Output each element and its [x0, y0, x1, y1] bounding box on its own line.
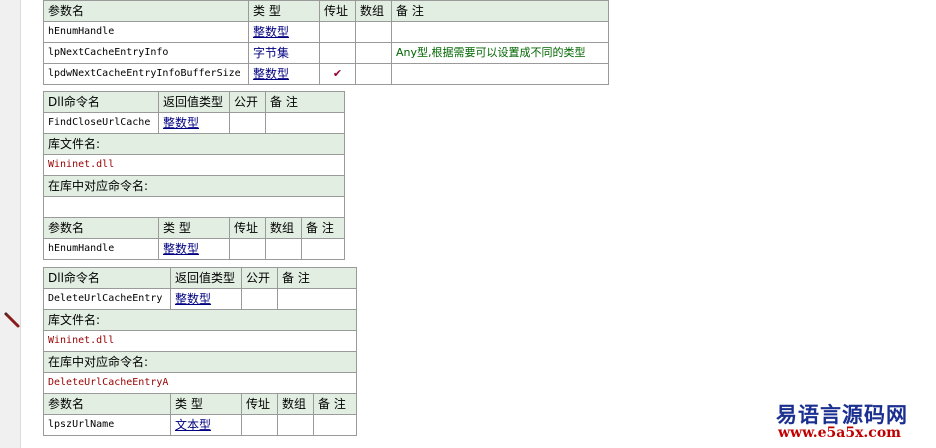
param-byref-header: 传址: [229, 217, 266, 239]
param-name-header: 参数名: [43, 0, 249, 22]
dll-note-cell[interactable]: [264, 112, 346, 134]
param-array-cell[interactable]: [277, 414, 314, 436]
lib-label-row: 库文件名:: [42, 133, 346, 155]
param-byref-cell[interactable]: [319, 42, 356, 64]
param-type-header: 类 型: [248, 0, 320, 22]
param-array-header: 数组: [277, 393, 314, 415]
dll-header-row: Dll命令名 返回值类型 公开 备 注: [43, 91, 346, 113]
param-byref-cell[interactable]: [319, 21, 356, 43]
param-note-cell[interactable]: [391, 63, 609, 85]
param-type-cell[interactable]: 整数型: [248, 63, 320, 85]
dll-public-header: 公开: [229, 91, 266, 113]
param-name-cell[interactable]: lpszUrlName: [43, 414, 171, 436]
editor-gutter: [0, 0, 21, 448]
param-array-header: 数组: [355, 0, 392, 22]
lib-value-row[interactable]: Wininet.dll: [42, 154, 346, 176]
param-name-cell[interactable]: lpNextCacheEntryInfo: [43, 42, 249, 64]
alias-value-row[interactable]: [42, 196, 346, 218]
dll-table-deleteurlcacheentry: Dll命令名 返回值类型 公开 备 注 DeleteUrlCacheEntry …: [42, 267, 358, 436]
table-row[interactable]: lpszUrlName 文本型: [43, 414, 358, 436]
param-array-cell[interactable]: [265, 238, 302, 260]
dll-public-cell[interactable]: [229, 112, 266, 134]
param-type-header: 类 型: [170, 393, 242, 415]
param-note-cell[interactable]: [300, 238, 346, 260]
dll-public-cell[interactable]: [241, 288, 278, 310]
param-type-cell[interactable]: 文本型: [170, 414, 242, 436]
param-header-row: 参数名 类 型 传址 数组 备 注: [43, 0, 609, 22]
dll-row[interactable]: DeleteUrlCacheEntry 整数型: [43, 288, 358, 310]
param-note-cell[interactable]: Any型,根据需要可以设置成不同的类型: [391, 42, 609, 64]
param-byref-header: 传址: [319, 0, 356, 22]
lib-file-name[interactable]: Wininet.dll: [42, 154, 346, 176]
alias-label-row: 在库中对应命令名:: [42, 175, 346, 197]
dll-ret-header: 返回值类型: [170, 267, 242, 289]
dll-cmd-name[interactable]: DeleteUrlCacheEntry: [43, 288, 171, 310]
param-note-header: 备 注: [312, 393, 358, 415]
dll-cmd-header: Dll命令名: [43, 91, 159, 113]
param-byref-cell[interactable]: [241, 414, 278, 436]
param-array-cell[interactable]: [355, 63, 392, 85]
dll-note-header: 备 注: [276, 267, 358, 289]
param-type-cell[interactable]: 字节集: [248, 42, 320, 64]
param-byref-header: 传址: [241, 393, 278, 415]
param-note-header: 备 注: [300, 217, 346, 239]
lib-label-row: 库文件名:: [42, 309, 358, 331]
dll-note-cell[interactable]: [276, 288, 358, 310]
param-array-header: 数组: [265, 217, 302, 239]
param-array-cell[interactable]: [355, 21, 392, 43]
param-type-cell[interactable]: 整数型: [158, 238, 230, 260]
param-type-header: 类 型: [158, 217, 230, 239]
param-name-header: 参数名: [43, 217, 159, 239]
param-note-header: 备 注: [391, 0, 609, 22]
dll-public-header: 公开: [241, 267, 278, 289]
param-name-header: 参数名: [43, 393, 171, 415]
dll-note-header: 备 注: [264, 91, 346, 113]
param-type-cell[interactable]: 整数型: [248, 21, 320, 43]
dll-ret-type[interactable]: 整数型: [170, 288, 242, 310]
watermark-url: www.e5a5x.com: [778, 425, 901, 441]
param-array-cell[interactable]: [355, 42, 392, 64]
dll-ret-header: 返回值类型: [158, 91, 230, 113]
dll-cmd-name[interactable]: FindCloseUrlCache: [43, 112, 159, 134]
pencil-icon: [4, 312, 20, 328]
alias-name[interactable]: DeleteUrlCacheEntryA: [42, 372, 358, 394]
param-table-1: 参数名 类 型 传址 数组 备 注 hEnumHandle 整数型 lpNext…: [43, 0, 609, 85]
table-row[interactable]: hEnumHandle 整数型: [43, 21, 609, 43]
param-header-row: 参数名 类 型 传址 数组 备 注: [43, 393, 358, 415]
alias-label-row: 在库中对应命令名:: [42, 351, 358, 373]
param-name-cell[interactable]: lpdwNextCacheEntryInfoBufferSize: [43, 63, 249, 85]
lib-file-name[interactable]: Wininet.dll: [42, 330, 358, 352]
alias-name[interactable]: [42, 196, 346, 218]
table-row[interactable]: hEnumHandle 整数型: [43, 238, 346, 260]
dll-table-findcloseurlcache: Dll命令名 返回值类型 公开 备 注 FindCloseUrlCache 整数…: [42, 91, 346, 260]
lib-value-row[interactable]: Wininet.dll: [42, 330, 358, 352]
param-byref-cell[interactable]: [229, 238, 266, 260]
param-note-cell[interactable]: [312, 414, 358, 436]
lib-label: 库文件名:: [42, 133, 346, 155]
dll-ret-type[interactable]: 整数型: [158, 112, 230, 134]
dll-header-row: Dll命令名 返回值类型 公开 备 注: [43, 267, 358, 289]
param-header-row: 参数名 类 型 传址 数组 备 注: [43, 217, 346, 239]
alias-label: 在库中对应命令名:: [42, 351, 358, 373]
table-row[interactable]: lpdwNextCacheEntryInfoBufferSize 整数型 ✔: [43, 63, 609, 85]
lib-label: 库文件名:: [42, 309, 358, 331]
dll-cmd-header: Dll命令名: [43, 267, 171, 289]
table-row[interactable]: lpNextCacheEntryInfo 字节集 Any型,根据需要可以设置成不…: [43, 42, 609, 64]
param-name-cell[interactable]: hEnumHandle: [43, 21, 249, 43]
dll-row[interactable]: FindCloseUrlCache 整数型: [43, 112, 346, 134]
alias-value-row[interactable]: DeleteUrlCacheEntryA: [42, 372, 358, 394]
byref-check-icon[interactable]: ✔: [319, 63, 356, 85]
param-name-cell[interactable]: hEnumHandle: [43, 238, 159, 260]
param-note-cell[interactable]: [391, 21, 609, 43]
alias-label: 在库中对应命令名:: [42, 175, 346, 197]
